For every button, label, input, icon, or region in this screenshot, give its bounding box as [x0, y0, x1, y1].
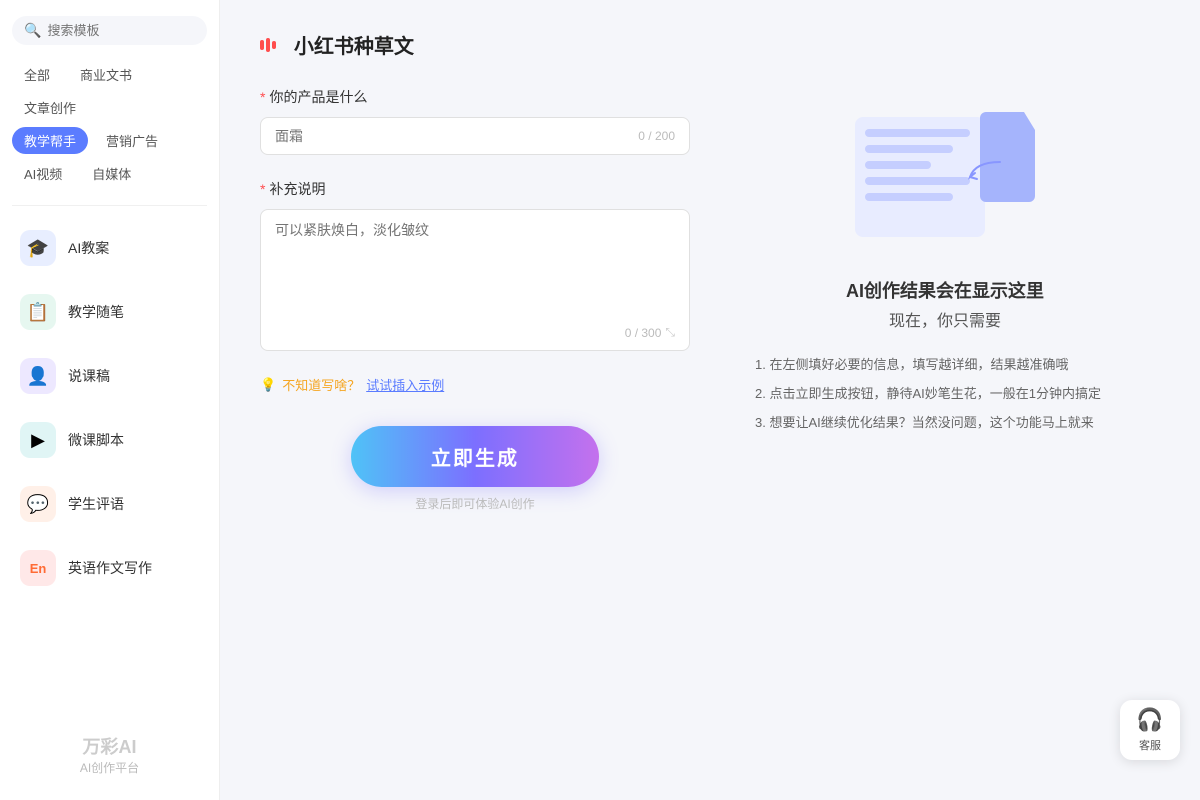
- step-2: 2. 点击立即生成按钮，静待AI妙笔生花，一般在1分钟内搞定: [755, 384, 1135, 405]
- required-star-product: *: [260, 89, 265, 105]
- tag-teaching[interactable]: 教学帮手: [12, 127, 88, 154]
- supplement-textarea[interactable]: [275, 220, 675, 320]
- resize-icon: ⤡: [665, 325, 675, 340]
- hint-link[interactable]: 💡 不知道写啥？ 试试插入示例: [260, 375, 690, 394]
- tag-business[interactable]: 商业文书: [68, 61, 144, 88]
- micro-lesson-label: 微课脚本: [68, 430, 124, 450]
- sidebar-item-english-writing[interactable]: En 英语作文写作: [12, 538, 207, 598]
- ai-sub-title: 现在，你只需要: [846, 307, 1044, 331]
- teaching-notes-label: 教学随笔: [68, 302, 124, 322]
- tag-row-1: 全部 商业文书 文章创作: [12, 61, 207, 121]
- student-comment-label: 学生评语: [68, 494, 124, 514]
- main-content: 小红书种草文 * 你的产品是什么 0 / 200 * 补充说明: [220, 0, 1200, 800]
- doc-line-2: [865, 145, 953, 153]
- sidebar: 🔍 全部 商业文书 文章创作 教学帮手 营销广告 AI视频 自媒体 🎓 AI教案…: [0, 0, 220, 800]
- step-3: 3. 想要让AI继续优化结果？当然没问题，这个功能马上就来: [755, 413, 1135, 434]
- product-char-count: 0 / 200: [638, 129, 675, 143]
- tag-all[interactable]: 全部: [12, 61, 62, 88]
- form-section: * 你的产品是什么 0 / 200 * 补充说明 0 / 300: [260, 87, 690, 512]
- hint-link-text[interactable]: 试试插入示例: [366, 375, 444, 394]
- search-icon: 🔍: [24, 22, 41, 39]
- micro-lesson-icon: ▶: [20, 422, 56, 458]
- sidebar-item-ai-lesson-plan[interactable]: 🎓 AI教案: [12, 218, 207, 278]
- product-field-label: * 你的产品是什么: [260, 87, 690, 107]
- page-header: 小红书种草文: [260, 30, 1160, 59]
- doc-line-1: [865, 129, 970, 137]
- teaching-notes-icon: 📋: [20, 294, 56, 330]
- content-area: * 你的产品是什么 0 / 200 * 补充说明 0 / 300: [260, 87, 1160, 512]
- customer-service-icon: 🎧: [1136, 707, 1163, 733]
- student-comment-icon: 💬: [20, 486, 56, 522]
- lecture-script-label: 说课稿: [68, 366, 110, 386]
- ai-result-title: AI创作结果会在显示这里: [846, 277, 1044, 303]
- hint-text: 不知道写啥？: [282, 375, 360, 394]
- field-group-product: * 你的产品是什么 0 / 200: [260, 87, 690, 155]
- supplement-field-label: * 补充说明: [260, 179, 690, 199]
- hint-icon: 💡: [260, 377, 276, 393]
- english-writing-icon: En: [20, 550, 56, 586]
- supplement-textarea-wrapper: 0 / 300 ⤡: [260, 209, 690, 351]
- tag-article[interactable]: 文章创作: [12, 94, 88, 121]
- sidebar-divider: [12, 205, 207, 206]
- lecture-script-icon: 👤: [20, 358, 56, 394]
- supplement-char-count: 0 / 300: [625, 326, 662, 340]
- tag-self-media[interactable]: 自媒体: [80, 160, 143, 187]
- doc-line-5: [865, 193, 953, 201]
- english-writing-label: 英语作文写作: [68, 558, 152, 578]
- customer-service-button[interactable]: 🎧 客服: [1120, 700, 1180, 760]
- watermark-subtitle: AI创作平台: [12, 759, 207, 776]
- sidebar-item-micro-lesson[interactable]: ▶ 微课脚本: [12, 410, 207, 470]
- tag-marketing[interactable]: 营销广告: [94, 127, 170, 154]
- search-input[interactable]: [47, 23, 195, 38]
- tag-ai-video[interactable]: AI视频: [12, 160, 74, 187]
- field-group-supplement: * 补充说明 0 / 300 ⤡: [260, 179, 690, 351]
- sidebar-item-teaching-notes[interactable]: 📋 教学随笔: [12, 282, 207, 342]
- steps-list: 1. 在左侧填好必要的信息，填写越详细，结果越准确哦 2. 点击立即生成按钮，静…: [755, 355, 1135, 441]
- right-panel: AI创作结果会在显示这里 现在，你只需要 1. 在左侧填好必要的信息，填写越详细…: [730, 87, 1160, 512]
- ai-lesson-plan-icon: 🎓: [20, 230, 56, 266]
- watermark-title: 万彩AI: [12, 733, 207, 759]
- step-1: 1. 在左侧填好必要的信息，填写越详细，结果越准确哦: [755, 355, 1135, 376]
- textarea-footer: 0 / 300 ⤡: [275, 325, 675, 340]
- arrow-svg: [965, 157, 1005, 187]
- page-title: 小红书种草文: [294, 30, 414, 59]
- tag-row-2: 教学帮手 营销广告: [12, 127, 207, 154]
- ai-lesson-plan-label: AI教案: [68, 238, 109, 258]
- product-input-wrapper: 0 / 200: [260, 117, 690, 155]
- generate-button[interactable]: 立即生成: [351, 426, 599, 487]
- customer-service-label: 客服: [1139, 737, 1161, 753]
- product-input[interactable]: [275, 128, 638, 144]
- generate-btn-wrap: 立即生成 登录后即可体验AI创作: [260, 426, 690, 512]
- watermark: 万彩AI AI创作平台: [12, 725, 207, 784]
- sidebar-item-lecture-script[interactable]: 👤 说课稿: [12, 346, 207, 406]
- required-star-supplement: *: [260, 181, 265, 197]
- doc-line-4: [865, 177, 970, 185]
- preview-illustration: [845, 107, 1045, 257]
- sidebar-item-student-comment[interactable]: 💬 学生评语: [12, 474, 207, 534]
- xiaohongshu-icon: [260, 37, 284, 53]
- search-box[interactable]: 🔍: [12, 16, 207, 45]
- ai-desc: AI创作结果会在显示这里 现在，你只需要: [846, 277, 1044, 331]
- generate-hint: 登录后即可体验AI创作: [415, 495, 534, 512]
- doc-line-3: [865, 161, 931, 169]
- tag-row-3: AI视频 自媒体: [12, 160, 207, 187]
